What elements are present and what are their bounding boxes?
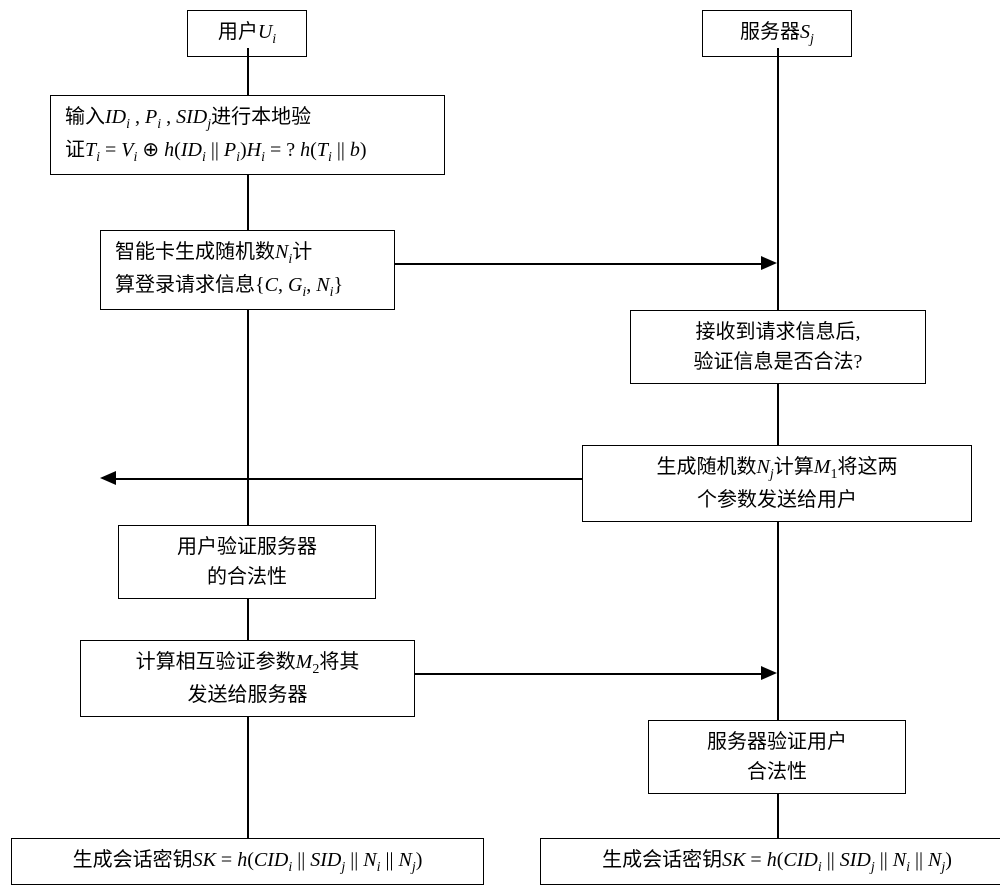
arrow-server-response-head [100,471,116,485]
arrow-login-request [395,263,763,265]
server-step-verify-request: 接收到请求信息后, 验证信息是否合法? [630,310,926,384]
user-step-verify-server-line2: 的合法性 [207,566,287,588]
server-generate-session-key: 生成会话密钥SK = h(CIDi || SIDj || Ni || Nj) [540,838,1000,885]
arrow-mutual-auth [415,673,763,675]
server-step-verify-request-line2: 验证信息是否合法? [694,351,863,373]
arrow-server-response [114,478,582,480]
server-step-generate-params: 生成随机数Nj计算M1将这两 个参数发送给用户 [582,445,972,522]
user-step-local-verify: 输入IDi , Pi , SIDj进行本地验 证Ti = Vi ⊕ h(IDi … [50,95,445,175]
server-step-verify-user-line1: 服务器验证用户 [707,731,847,753]
user-step-verify-server-line1: 用户验证服务器 [177,536,317,558]
server-step-verify-request-line1: 接收到请求信息后, [696,321,861,343]
user-step-compute-m2: 计算相互验证参数M2将其 发送给服务器 [80,640,415,717]
server-step-verify-user-line2: 合法性 [747,761,807,783]
arrow-mutual-auth-head [761,666,777,680]
user-step-verify-server: 用户验证服务器 的合法性 [118,525,376,599]
arrow-login-request-head [761,256,777,270]
server-step-verify-user: 服务器验证用户 合法性 [648,720,906,794]
user-generate-session-key: 生成会话密钥SK = h(CIDi || SIDj || Ni || Nj) [11,838,484,885]
user-step-smartcard: 智能卡生成随机数Ni计 算登录请求信息{C, Gi, Ni} [100,230,395,310]
